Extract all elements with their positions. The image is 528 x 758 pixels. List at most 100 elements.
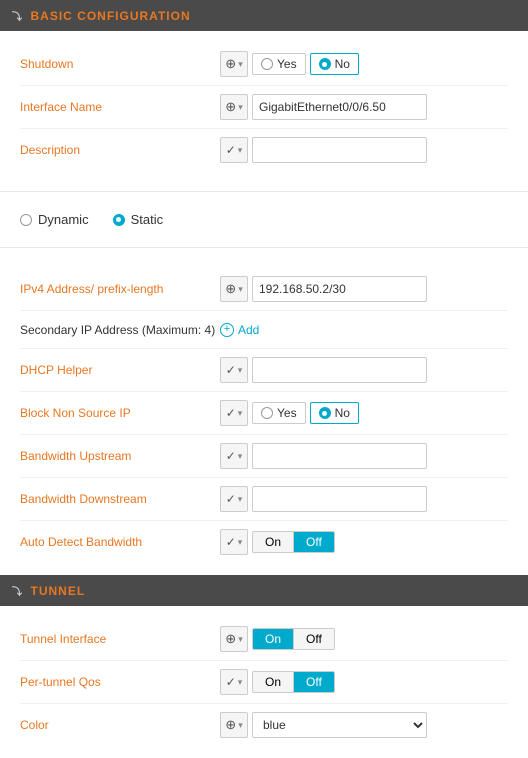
tunnel-chevron-icon[interactable]: ⤵ <box>12 583 23 598</box>
bandwidth-upstream-controls: ✓ <box>220 443 508 469</box>
tunnel-title: TUNNEL <box>31 584 86 598</box>
shutdown-label: Shutdown <box>20 57 220 71</box>
auto-detect-on-btn[interactable]: On <box>253 532 293 552</box>
block-no-label: No <box>335 406 350 420</box>
interface-name-row: Interface Name ⊕ <box>20 86 508 129</box>
auto-detect-off-btn[interactable]: Off <box>293 532 334 552</box>
interface-name-input[interactable] <box>252 94 427 120</box>
bandwidth-downstream-icon-btn[interactable]: ✓ <box>220 486 248 512</box>
mode-row: Dynamic Static <box>0 200 528 239</box>
bandwidth-downstream-row: Bandwidth Downstream ✓ <box>20 478 508 521</box>
block-non-source-controls: ✓ Yes No <box>220 400 508 426</box>
description-input[interactable] <box>252 137 427 163</box>
color-controls: ⊕ blue red green <box>220 712 508 738</box>
bandwidth-downstream-input[interactable] <box>252 486 427 512</box>
interface-name-label: Interface Name <box>20 100 220 114</box>
globe-icon: ⊕ <box>225 56 236 72</box>
per-tunnel-qos-on-btn[interactable]: On <box>253 672 293 692</box>
per-tunnel-qos-controls: ✓ On Off <box>220 669 508 695</box>
shutdown-no-btn[interactable]: No <box>310 53 359 75</box>
dynamic-radio <box>20 214 32 226</box>
check-icon-2: ✓ <box>226 363 236 377</box>
shutdown-radio-group: Yes No <box>252 53 359 75</box>
block-yes-circle <box>261 407 273 419</box>
dhcp-helper-input[interactable] <box>252 357 427 383</box>
shutdown-yes-btn[interactable]: Yes <box>252 53 306 75</box>
interface-name-controls: ⊕ <box>220 94 508 120</box>
plus-circle-icon: + <box>220 323 234 337</box>
auto-detect-icon-btn[interactable]: ✓ <box>220 529 248 555</box>
ipv4-label: IPv4 Address/ prefix-length <box>20 282 220 296</box>
check-icon-3: ✓ <box>226 406 236 420</box>
shutdown-controls: ⊕ Yes No <box>220 51 508 77</box>
per-tunnel-qos-label: Per-tunnel Qos <box>20 675 220 689</box>
interface-name-icon-btn[interactable]: ⊕ <box>220 94 248 120</box>
dhcp-icon-btn[interactable]: ✓ <box>220 357 248 383</box>
description-row: Description ✓ <box>20 129 508 171</box>
ipv4-row: IPv4 Address/ prefix-length ⊕ <box>20 268 508 311</box>
dhcp-helper-row: DHCP Helper ✓ <box>20 349 508 392</box>
check-icon-6: ✓ <box>226 535 236 549</box>
shutdown-no-circle <box>319 58 331 70</box>
tunnel-interface-toggle: On Off <box>252 628 335 650</box>
block-no-btn[interactable]: No <box>310 402 359 424</box>
ipv4-icon-btn[interactable]: ⊕ <box>220 276 248 302</box>
check-icon-4: ✓ <box>226 449 236 463</box>
ipv4-input[interactable] <box>252 276 427 302</box>
block-no-circle <box>319 407 331 419</box>
bandwidth-upstream-icon-btn[interactable]: ✓ <box>220 443 248 469</box>
tunnel-interface-icon-btn[interactable]: ⊕ <box>220 626 248 652</box>
description-label: Description <box>20 143 220 157</box>
add-secondary-ip-btn[interactable]: + Add <box>220 323 259 337</box>
chevron-icon[interactable]: ⤵ <box>12 8 23 23</box>
secondary-ip-row: Secondary IP Address (Maximum: 4) + Add <box>20 311 508 349</box>
shutdown-yes-circle <box>261 58 273 70</box>
tunnel-interface-row: Tunnel Interface ⊕ On Off <box>20 618 508 661</box>
description-icon-btn[interactable]: ✓ <box>220 137 248 163</box>
color-label: Color <box>20 718 220 732</box>
basic-config-title: BASIC CONFIGURATION <box>31 9 191 23</box>
bandwidth-downstream-controls: ✓ <box>220 486 508 512</box>
tunnel-form: Tunnel Interface ⊕ On Off Per-tunnel Qos… <box>0 606 528 758</box>
tunnel-interface-on-btn[interactable]: On <box>253 629 293 649</box>
dynamic-label: Dynamic <box>38 212 89 227</box>
static-option[interactable]: Static <box>113 212 164 227</box>
dhcp-helper-label: DHCP Helper <box>20 363 220 377</box>
dynamic-option[interactable]: Dynamic <box>20 212 89 227</box>
check-icon-7: ✓ <box>226 675 236 689</box>
per-tunnel-qos-icon-btn[interactable]: ✓ <box>220 669 248 695</box>
color-icon-btn[interactable]: ⊕ <box>220 712 248 738</box>
secondary-ip-label: Secondary IP Address (Maximum: 4) <box>20 323 220 337</box>
globe-icon-2: ⊕ <box>225 99 236 115</box>
block-yes-btn[interactable]: Yes <box>252 402 306 424</box>
bandwidth-upstream-input[interactable] <box>252 443 427 469</box>
auto-detect-controls: ✓ On Off <box>220 529 508 555</box>
bandwidth-upstream-label: Bandwidth Upstream <box>20 449 220 463</box>
tunnel-header: ⤵ TUNNEL <box>0 575 528 606</box>
bandwidth-downstream-label: Bandwidth Downstream <box>20 492 220 506</box>
shutdown-no-label: No <box>335 57 350 71</box>
globe-icon-4: ⊕ <box>225 631 236 647</box>
basic-config-header: ⤵ BASIC CONFIGURATION <box>0 0 528 31</box>
static-radio <box>113 214 125 226</box>
globe-icon-3: ⊕ <box>225 281 236 297</box>
block-yes-label: Yes <box>277 406 297 420</box>
static-label: Static <box>131 212 164 227</box>
block-non-source-icon-btn[interactable]: ✓ <box>220 400 248 426</box>
shutdown-icon-btn[interactable]: ⊕ <box>220 51 248 77</box>
color-select[interactable]: blue red green <box>252 712 427 738</box>
shutdown-yes-label: Yes <box>277 57 297 71</box>
add-label: Add <box>238 323 259 337</box>
per-tunnel-qos-toggle: On Off <box>252 671 335 693</box>
tunnel-interface-label: Tunnel Interface <box>20 632 220 646</box>
tunnel-interface-off-btn[interactable]: Off <box>293 629 334 649</box>
bandwidth-upstream-row: Bandwidth Upstream ✓ <box>20 435 508 478</box>
per-tunnel-qos-off-btn[interactable]: Off <box>293 672 334 692</box>
per-tunnel-qos-row: Per-tunnel Qos ✓ On Off <box>20 661 508 704</box>
auto-detect-row: Auto Detect Bandwidth ✓ On Off <box>20 521 508 563</box>
block-non-source-row: Block Non Source IP ✓ Yes No <box>20 392 508 435</box>
block-non-source-radio-group: Yes No <box>252 402 359 424</box>
basic-config-form: Shutdown ⊕ Yes No Interface Name ⊕ <box>0 31 528 183</box>
description-controls: ✓ <box>220 137 508 163</box>
divider-1 <box>0 191 528 192</box>
